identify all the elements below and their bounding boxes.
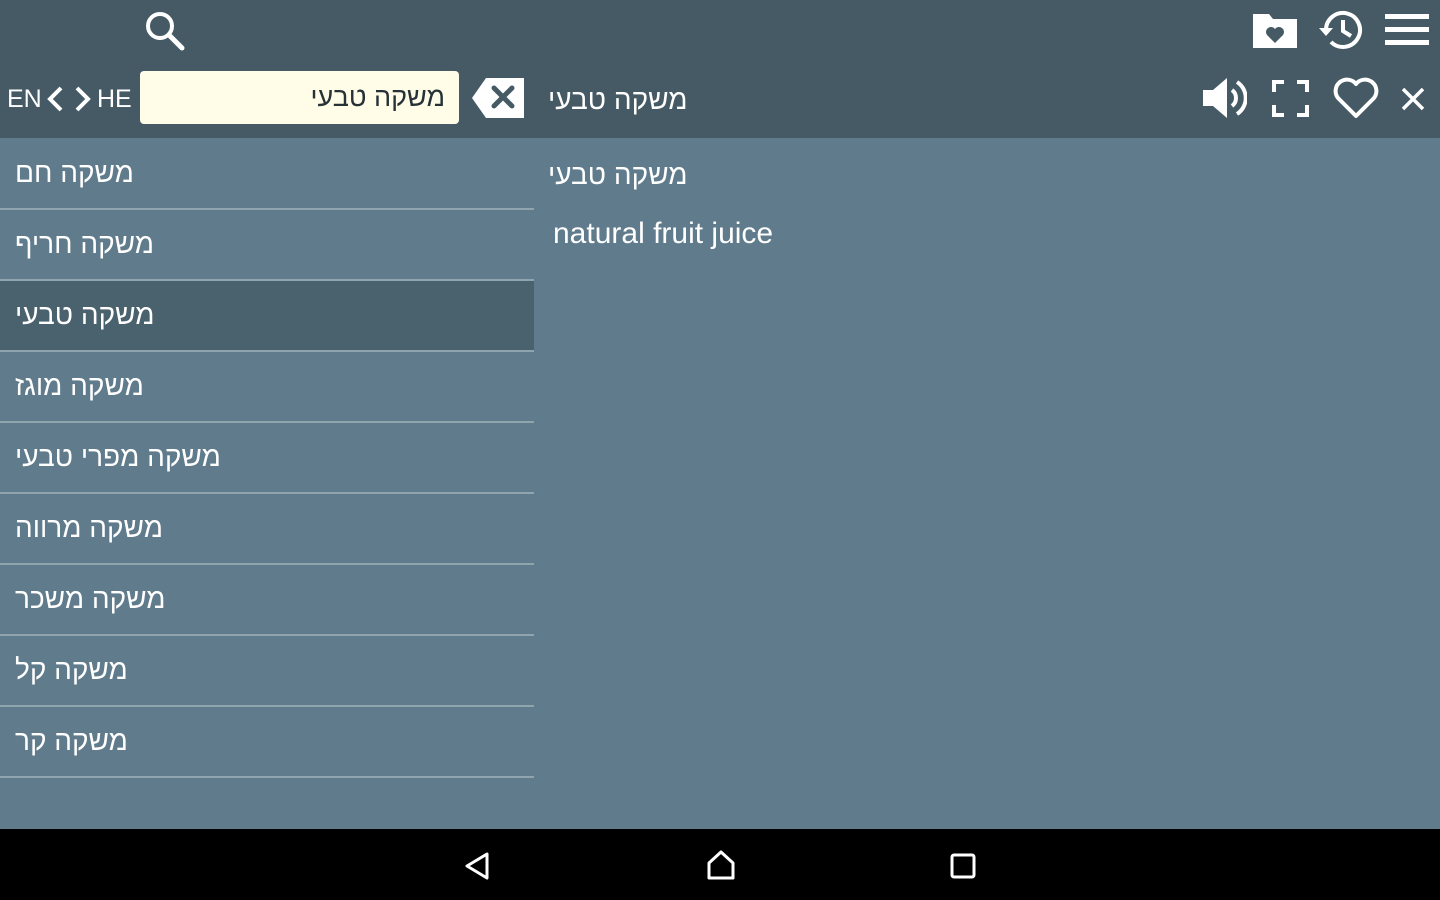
list-item[interactable]: משקה מוגז xyxy=(0,352,534,423)
close-icon[interactable] xyxy=(1401,87,1425,111)
volume-icon[interactable] xyxy=(1201,76,1247,120)
list-item[interactable]: משקה משכר xyxy=(0,565,534,636)
recents-square-icon[interactable] xyxy=(950,853,976,879)
search-input[interactable]: משקה טבעי xyxy=(140,71,459,124)
list-item-selected[interactable]: משקה טבעי xyxy=(0,281,534,352)
app-toolbar: EN HE משקה טבעי משקה טבעי xyxy=(0,0,1440,138)
word-list: משקה חם משקה חריף משקה טבעי משקה מוגז מש… xyxy=(0,139,534,778)
list-item[interactable]: משקה מרווה xyxy=(0,494,534,565)
back-triangle-icon[interactable] xyxy=(463,851,491,881)
heart-outline-icon[interactable] xyxy=(1333,76,1379,120)
menu-icon[interactable] xyxy=(1385,12,1429,48)
current-term-label: משקה טבעי xyxy=(548,84,688,115)
list-item-label: משקה חריף xyxy=(15,228,154,259)
home-icon[interactable] xyxy=(705,849,737,881)
detail-term: משקה טבעי xyxy=(548,159,688,190)
list-item-label: משקה משכר xyxy=(15,583,166,614)
list-item-label: משקה קר xyxy=(15,725,128,756)
list-item-label: משקה מרווה xyxy=(15,512,163,543)
list-item-label: משקה מוגז xyxy=(15,370,144,401)
list-item[interactable]: משקה חם xyxy=(0,139,534,210)
detail-translation: natural fruit juice xyxy=(553,217,774,250)
fullscreen-icon[interactable] xyxy=(1272,80,1309,117)
chevron-right-icon[interactable] xyxy=(73,86,93,112)
list-item-label: משקה חם xyxy=(15,157,134,188)
lang-to-label[interactable]: HE xyxy=(97,84,132,114)
search-icon[interactable] xyxy=(142,8,186,52)
list-item-label: משקה טבעי xyxy=(15,299,155,330)
list-item[interactable]: משקה קר xyxy=(0,707,534,778)
system-navbar xyxy=(0,829,1440,900)
chevron-left-icon[interactable] xyxy=(45,86,65,112)
list-item[interactable]: משקה חריף xyxy=(0,210,534,281)
history-icon[interactable] xyxy=(1316,6,1366,54)
lang-from-label[interactable]: EN xyxy=(7,84,42,114)
folder-heart-icon[interactable] xyxy=(1251,10,1299,50)
list-item[interactable]: משקה מפרי טבעי xyxy=(0,423,534,494)
list-item-label: משקה מפרי טבעי xyxy=(15,441,221,472)
backspace-clear-icon[interactable] xyxy=(470,76,526,120)
list-item[interactable]: משקה קל xyxy=(0,636,534,707)
list-item-label: משקה קל xyxy=(15,654,128,685)
